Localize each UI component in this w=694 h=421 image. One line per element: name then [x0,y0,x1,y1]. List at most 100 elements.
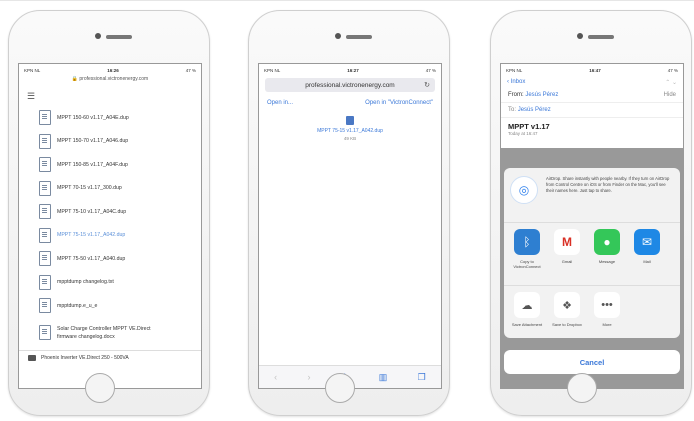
home-button[interactable] [85,373,115,403]
app-label: Mail [643,259,651,264]
app-label: Copy to VictronConnect [513,259,541,269]
folder-name: Phoenix Inverter VE.Direct 250 - 500VA [41,354,129,361]
to-label: To: [508,107,517,113]
file-row[interactable]: MPPT 150-70 v1.17_A046.dup [19,130,201,154]
share-actions-row: ☁ Save Attachment ❖ Save to Dropbox ••• … [504,286,680,338]
url-bar[interactable]: professional.victronenergy.com ↻ [265,78,435,92]
speaker [106,35,132,39]
mail-nav: ‹ Inbox ⌃ ⌄ [501,76,683,88]
phone-3: KPN NL 16:47 47 % ‹ Inbox ⌃ ⌄ From: Jesú… [490,10,692,416]
folder-icon [28,354,36,361]
airdrop-row[interactable]: ◎ AirDrop. Share instantly with people n… [504,168,680,223]
file-row[interactable]: MPPT 70-15 v1.17_300.dup [19,177,201,201]
app-gmail[interactable]: M Gmail [548,229,586,279]
action-more[interactable]: ••• More [588,292,626,338]
hamburger-menu-icon[interactable]: ☰ [27,91,35,102]
message-icon: ● [594,229,620,255]
back-label: Inbox [510,79,526,85]
top-divider [0,0,694,1]
file-row-selected[interactable]: MPPT 75-15 v1.17_A042.dup [19,224,201,248]
url-text: professional.victronenergy.com [305,81,395,89]
cloud-icon: ☁ [514,292,540,318]
airdrop-text: AirDrop. Share instantly with people nea… [546,176,670,193]
home-button[interactable] [325,373,355,403]
battery-level: 47 % [185,67,196,73]
document-icon [39,110,51,126]
url-bar[interactable]: 🔒 professional.victronenergy.com [19,76,201,86]
file-row[interactable]: MPPT 150-85 v1.17_A04F.dup [19,153,201,177]
from-name[interactable]: Jesús Pérez [525,92,558,98]
share-apps-row: ᛒ Copy to VictronConnect M Gmail ● Messa… [504,223,680,286]
share-sheet: ◎ AirDrop. Share instantly with people n… [504,168,680,338]
action-label: More [602,322,612,327]
mail-icon: ✉ [634,229,660,255]
forward-icon[interactable]: › [308,372,311,382]
action-label: Save Attachment [511,322,543,327]
gmail-icon: M [554,229,580,255]
app-victronconnect[interactable]: ᛒ Copy to VictronConnect [508,229,546,279]
lock-icon: 🔒 [71,76,78,82]
phone-2: KPN NL 16:27 47 % professional.victronen… [248,10,450,416]
file-name: MPPT 75-15 v1.17_A042.dup [57,232,126,239]
camera [577,33,583,39]
status-bar: KPN NL 16:26 47 % [19,64,201,76]
file-row[interactable]: Solar Charge Controller MPPT VE.Direct f… [19,318,201,348]
file-row[interactable]: mpptdump.e_u_e [19,294,201,318]
app-message[interactable]: ● Message [588,229,626,279]
from-row: From: Jesús Pérez Hide [501,88,683,103]
status-bar: KPN NL 16:47 47 % [501,64,683,76]
action-save-attachment[interactable]: ☁ Save Attachment [508,292,546,338]
clock: 16:47 [589,67,601,73]
arrow-icons[interactable]: ⌃ ⌄ [665,79,677,86]
airdrop-icon: ◎ [510,176,538,204]
file-icon [346,116,354,125]
document-icon [39,157,51,173]
file-row[interactable]: mpptdump changelog.txt [19,271,201,295]
file-name: mpptdump.e_u_e [57,302,98,309]
home-button[interactable] [567,373,597,403]
document-icon [39,251,51,267]
file-name: MPPT 70-15 v1.17_300.dup [57,185,122,192]
open-in-button[interactable]: Open in... [267,100,293,106]
clock: 16:26 [107,67,119,73]
open-in-victronconnect-button[interactable]: Open in "VictronConnect" [365,100,433,106]
menu-row: ☰ [19,86,201,106]
file-name: MPPT 75-50 v1.17_A040.dup [57,255,126,262]
file-row[interactable]: MPPT 75-10 v1.17_A04C.dup [19,200,201,224]
hide-button[interactable]: Hide [664,92,676,98]
document-icon [39,180,51,196]
folder-row[interactable]: Phoenix Inverter VE.Direct 250 - 500VA [19,349,201,365]
document-icon [39,274,51,290]
file-name: mpptdump changelog.txt [57,279,114,286]
cancel-button[interactable]: Cancel [504,350,680,374]
file-row[interactable]: MPPT 75-50 v1.17_A040.dup [19,247,201,271]
document-icon [39,204,51,220]
file-name: MPPT 150-70 v1.17_A046.dup [57,138,129,145]
document-icon [39,227,51,243]
file-row[interactable]: MPPT 150-60 v1.17_A04E.dup [19,106,201,130]
battery-level: 47 % [425,67,436,73]
to-name[interactable]: Jesús Pérez [518,107,551,113]
mail-subject: MPPT v1.17 [508,122,550,131]
action-save-to-dropbox[interactable]: ❖ Save to Dropbox [548,292,586,338]
open-in-row: Open in... Open in "VictronConnect" [259,94,441,108]
back-icon[interactable]: ‹ [274,372,277,382]
from-label: From: [508,92,524,98]
inbox-back-button[interactable]: ‹ Inbox [507,79,525,85]
bookmarks-icon[interactable]: ▥ [379,372,388,383]
file-name: MPPT 150-60 v1.17_A04E.dup [57,114,129,121]
dropbox-icon: ❖ [554,292,580,318]
tabs-icon[interactable]: ❐ [418,372,426,383]
phone-2-screen: KPN NL 16:27 47 % professional.victronen… [258,63,442,389]
camera [95,33,101,39]
victronconnect-icon: ᛒ [514,229,540,255]
status-bar: KPN NL 16:27 47 % [259,64,441,76]
app-label: Gmail [561,259,573,264]
clock: 16:27 [347,67,359,73]
carrier: KPN NL [24,67,41,73]
speaker [346,35,372,39]
reload-icon[interactable]: ↻ [424,81,430,89]
document-icon [39,298,51,314]
speaker [588,35,614,39]
app-mail[interactable]: ✉ Mail [628,229,666,279]
